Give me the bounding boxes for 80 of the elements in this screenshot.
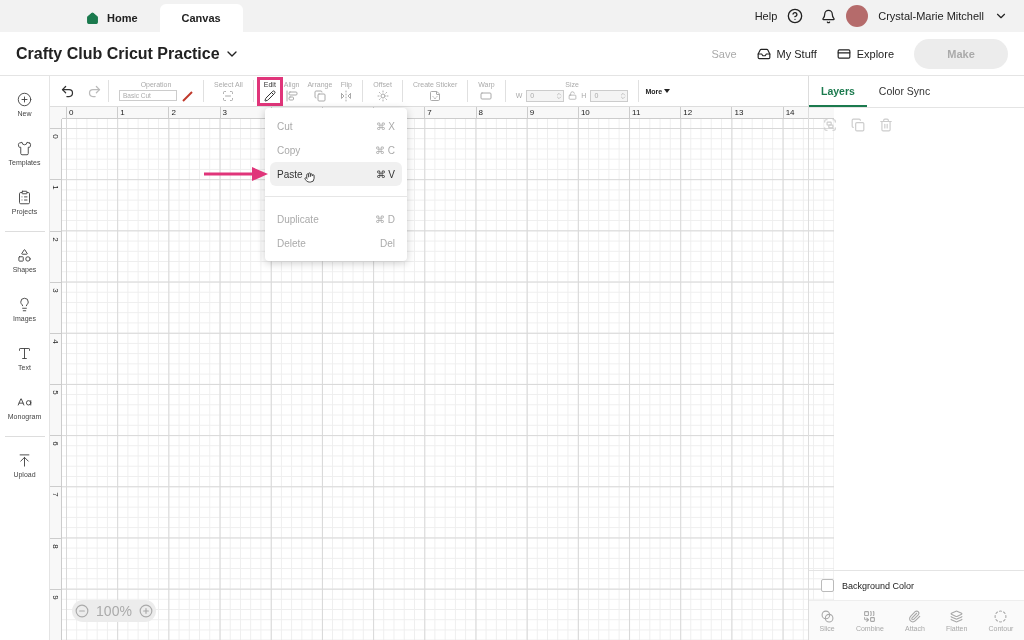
shortcut-label: ⌘ V [375, 168, 395, 180]
trash-icon[interactable] [879, 118, 893, 132]
ruler-number: 5 [51, 390, 60, 395]
ruler-number: 4 [51, 339, 60, 344]
upload-icon [17, 453, 32, 468]
menu-item[interactable]: Paste ⌘ V [270, 162, 402, 186]
project-title[interactable]: Crafty Club Cricut Practice [16, 44, 220, 63]
menu-item-label: Paste [277, 168, 303, 180]
help-link[interactable]: Help [754, 10, 778, 22]
zoom-level: 100% [96, 603, 132, 619]
plus-circle-icon [17, 92, 32, 107]
plus-icon[interactable] [138, 604, 153, 618]
ruler-number: 2 [168, 107, 220, 119]
align-icon [285, 89, 298, 102]
offset-icon [376, 89, 389, 102]
ruler-number: 3 [51, 287, 60, 293]
shapes-icon [17, 248, 32, 263]
ruler-number: 7 [424, 107, 476, 119]
ruler-number: 9 [51, 595, 60, 600]
my-stuff-button[interactable]: My Stuff [756, 46, 817, 61]
group-icon[interactable] [823, 118, 837, 132]
ruler-number: 10 [577, 107, 630, 119]
ruler-number: 0 [51, 134, 60, 139]
ruler-number: 8 [51, 543, 60, 549]
layers-icon [950, 609, 964, 623]
ruler-number: 13 [731, 107, 783, 119]
shirt-icon [17, 141, 32, 156]
menu-item-label: Cut [277, 120, 293, 132]
paperclip-icon [908, 609, 922, 623]
ruler-number: 0 [66, 107, 118, 119]
lightbulb-icon [17, 297, 32, 312]
pencil-icon [263, 89, 276, 102]
menu-item-label: Delete [277, 237, 306, 249]
arrange-icon [313, 89, 326, 102]
dashed-circle-icon [994, 609, 1008, 623]
bell-icon[interactable] [821, 8, 837, 24]
menu-item-label: Duplicate [277, 213, 319, 225]
combine-icon [863, 609, 877, 623]
hand-cursor-icon [304, 172, 315, 183]
duplicate-icon[interactable] [851, 118, 865, 132]
warp-icon [480, 89, 493, 102]
user-name[interactable]: Crystal-Marie Mitchell [878, 10, 984, 22]
pointer-arrow [204, 167, 268, 181]
caret-icon [664, 89, 671, 94]
menu-item-label: Copy [277, 144, 301, 156]
shortcut-label: ⌘ C [375, 144, 395, 156]
ruler-number: 12 [680, 107, 732, 119]
zoom-control[interactable]: 100% [72, 600, 156, 622]
shortcut-label: ⌘ D [375, 213, 395, 225]
shortcut-label: Del [380, 237, 395, 249]
slice-icon [820, 609, 834, 623]
ruler-number: 2 [51, 236, 60, 242]
top-tab[interactable]: Canvas [159, 4, 243, 32]
ruler-number: 9 [526, 107, 578, 119]
ruler-number: 14 [782, 107, 834, 119]
avatar[interactable] [846, 5, 869, 27]
ruler-number: 8 [475, 107, 527, 119]
ruler-number: 11 [629, 107, 681, 119]
type-icon [17, 346, 32, 361]
card-icon [836, 46, 851, 61]
top-tab[interactable]: Home [64, 4, 160, 32]
clipboard-icon [17, 190, 32, 205]
ruler-number: 1 [117, 107, 169, 119]
checkbox-label: Background Color [842, 580, 915, 591]
shortcut-label: ⌘ X [375, 120, 395, 132]
ruler-number: 6 [51, 441, 60, 446]
panel-tab[interactable]: Layers [809, 76, 867, 107]
panel-tab[interactable]: Color Sync [866, 76, 943, 107]
ruler-number: 7 [51, 492, 60, 498]
explore-button[interactable]: Explore [836, 46, 894, 61]
flip-icon [340, 89, 353, 102]
minus-icon[interactable] [75, 604, 90, 618]
checkbox[interactable] [821, 579, 834, 592]
ruler-number: 1 [51, 185, 60, 191]
sticker-icon [429, 89, 442, 102]
select-icon [222, 89, 235, 102]
help-icon[interactable] [787, 8, 804, 24]
house-icon [86, 11, 99, 25]
undo-icon[interactable] [60, 83, 75, 99]
inbox-icon [756, 46, 771, 61]
